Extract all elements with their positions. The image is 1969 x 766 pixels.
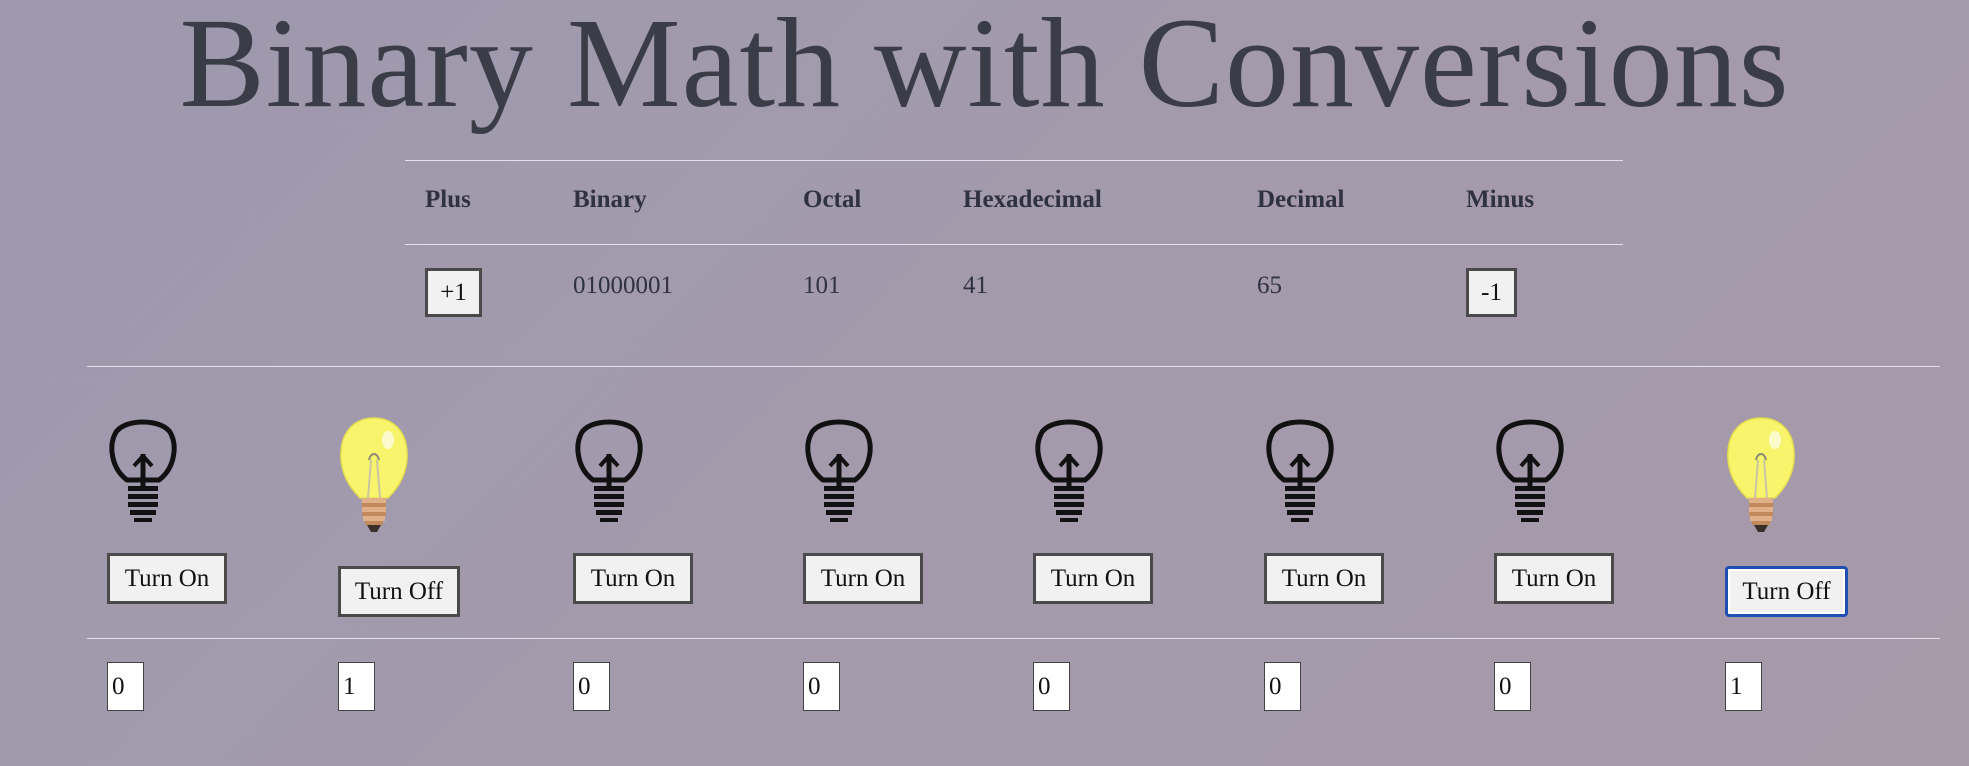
bit-0-toggle-button[interactable]: Turn On (107, 553, 227, 604)
lightbulb-outline-icon (573, 412, 645, 529)
bit-6-toggle-button[interactable]: Turn On (1494, 553, 1614, 604)
header-octal: Octal (803, 186, 862, 213)
bit-3-value-field[interactable] (803, 662, 840, 711)
bit-4-value-field[interactable] (1033, 662, 1070, 711)
octal-value: 101 (803, 272, 841, 299)
bit-1-toggle-button[interactable]: Turn Off (338, 566, 460, 617)
bit-5-value-field[interactable] (1264, 662, 1301, 711)
binary-value: 01000001 (573, 272, 673, 299)
section-divider-top (87, 366, 1940, 367)
header-decimal: Decimal (1257, 186, 1345, 213)
lightbulb-outline-icon (1264, 412, 1336, 529)
section-divider-bottom (87, 638, 1940, 639)
bit-7-value-field[interactable] (1725, 662, 1762, 711)
table-top-border (405, 160, 1623, 161)
header-hexadecimal: Hexadecimal (963, 186, 1102, 213)
bit-2-toggle-button[interactable]: Turn On (573, 553, 693, 604)
plus-one-button[interactable]: +1 (425, 268, 482, 317)
bit-0-value-field[interactable] (107, 662, 144, 711)
lightbulb-outline-icon (803, 412, 875, 529)
decimal-value: 65 (1257, 272, 1282, 299)
header-plus: Plus (425, 186, 471, 213)
minus-one-button[interactable]: -1 (1466, 268, 1517, 317)
bit-2-value-field[interactable] (573, 662, 610, 711)
bit-3-toggle-button[interactable]: Turn On (803, 553, 923, 604)
lightbulb-outline-icon (1033, 412, 1105, 529)
bit-7-toggle-button[interactable]: Turn Off (1725, 566, 1848, 617)
table-header-border (405, 244, 1623, 245)
bit-5-toggle-button[interactable]: Turn On (1264, 553, 1384, 604)
bit-4-toggle-button[interactable]: Turn On (1033, 553, 1153, 604)
hexadecimal-value: 41 (963, 272, 988, 299)
lightbulb-outline-icon (107, 412, 179, 529)
bit-6-value-field[interactable] (1494, 662, 1531, 711)
bit-1-value-field[interactable] (338, 662, 375, 711)
lightbulb-lit-icon (338, 414, 410, 545)
header-binary: Binary (573, 186, 647, 213)
header-minus: Minus (1466, 186, 1535, 213)
lightbulb-lit-icon (1725, 414, 1797, 545)
lightbulb-outline-icon (1494, 412, 1566, 529)
page-title: Binary Math with Conversions (179, 0, 1790, 134)
